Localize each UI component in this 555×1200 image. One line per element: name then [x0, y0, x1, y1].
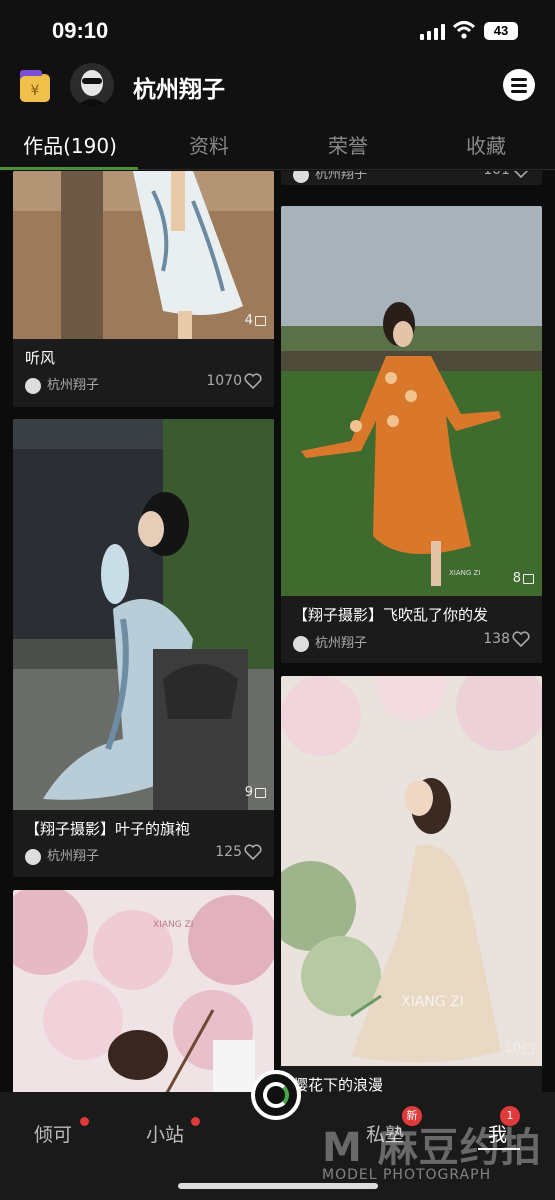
author-avatar: [25, 848, 41, 865]
card-author: 杭州翔子: [25, 374, 99, 394]
author-avatar: [293, 635, 309, 652]
card-author: 杭州翔子: [25, 845, 99, 865]
active-tab-indicator: [0, 167, 138, 170]
work-photo[interactable]: [281, 206, 542, 596]
nav-station[interactable]: 小站: [146, 1120, 184, 1147]
wifi-icon: [452, 21, 476, 39]
card-likes: 101: [483, 171, 530, 178]
heart-icon[interactable]: [512, 171, 530, 178]
photo-watermark: XIANG ZI: [153, 920, 194, 930]
work-card[interactable]: XIANG ZI 8 【翔子摄影】飞吹乱了你的发 杭州翔子 138: [281, 206, 542, 663]
home-indicator: [178, 1183, 378, 1189]
work-photo[interactable]: [13, 171, 274, 339]
photo-count: 10: [504, 1041, 534, 1056]
photo-count: 8: [513, 571, 534, 586]
page-title: 杭州翔子: [133, 77, 225, 103]
notification-dot: [80, 1117, 89, 1126]
tab-honors[interactable]: 荣誉: [278, 130, 418, 159]
card-likes: 1070: [206, 373, 262, 389]
signal-icon: [420, 24, 446, 40]
tab-works[interactable]: 作品(190): [0, 130, 140, 159]
card-likes: 125: [215, 844, 262, 860]
heart-icon[interactable]: [244, 844, 262, 860]
gallery-icon: [255, 315, 266, 326]
card-likes: 138: [483, 631, 530, 647]
heart-icon[interactable]: [244, 373, 262, 389]
work-card[interactable]: 4 听风 杭州翔子 1070: [13, 171, 274, 407]
tab-favorites[interactable]: 收藏: [416, 130, 555, 159]
work-card[interactable]: XIANG ZI 10 樱花下的浪漫: [281, 676, 542, 1092]
brand-watermark-subtitle: MODEL PHOTOGRAPH: [322, 1167, 492, 1183]
status-bar: 09:10 43: [0, 0, 555, 60]
work-photo[interactable]: [13, 419, 274, 810]
svg-text:¥: ¥: [31, 83, 40, 99]
wallet-icon[interactable]: ¥: [18, 68, 52, 104]
photo-count: 9: [245, 785, 266, 800]
menu-button[interactable]: [503, 69, 535, 101]
heart-icon[interactable]: [512, 631, 530, 647]
card-author: 杭州翔子: [293, 171, 367, 183]
card-title: 【翔子摄影】飞吹乱了你的发: [293, 606, 489, 624]
work-card[interactable]: 9 【翔子摄影】叶子的旗袍 杭州翔子 125: [13, 419, 274, 877]
card-title: 【翔子摄影】叶子的旗袍: [25, 820, 191, 838]
avatar[interactable]: [70, 63, 114, 107]
photo-watermark: XIANG ZI: [449, 569, 481, 577]
gallery-icon: [255, 787, 266, 798]
brand-watermark: M 麻豆约拍: [322, 1125, 542, 1171]
author-avatar: [293, 171, 309, 183]
work-photo[interactable]: [13, 890, 274, 1092]
card-author: 杭州翔子: [293, 632, 367, 652]
nav-qingke[interactable]: 倾可: [34, 1120, 72, 1147]
card-partial[interactable]: 杭州翔子 101: [281, 171, 542, 185]
notification-dot: [191, 1117, 200, 1126]
author-avatar: [25, 377, 41, 394]
works-feed[interactable]: 杭州翔子 101 4 听风 杭州翔子 1070: [0, 171, 555, 1092]
work-card[interactable]: XIANG ZI: [13, 890, 274, 1092]
photo-watermark: XIANG ZI: [401, 994, 464, 1010]
shutter-icon: [263, 1082, 289, 1108]
status-time: 09:10: [52, 18, 109, 43]
camera-shutter-button[interactable]: [251, 1070, 301, 1120]
gallery-icon: [523, 573, 534, 584]
card-title: 听风: [25, 349, 56, 367]
card-title: 樱花下的浪漫: [293, 1076, 384, 1092]
battery-icon: 43: [484, 22, 518, 40]
gallery-icon: [523, 1043, 534, 1054]
photo-count: 4: [245, 313, 266, 328]
tab-profile[interactable]: 资料: [139, 130, 279, 159]
profile-tabs: 作品(190) 资料 荣誉 收藏: [0, 122, 555, 170]
